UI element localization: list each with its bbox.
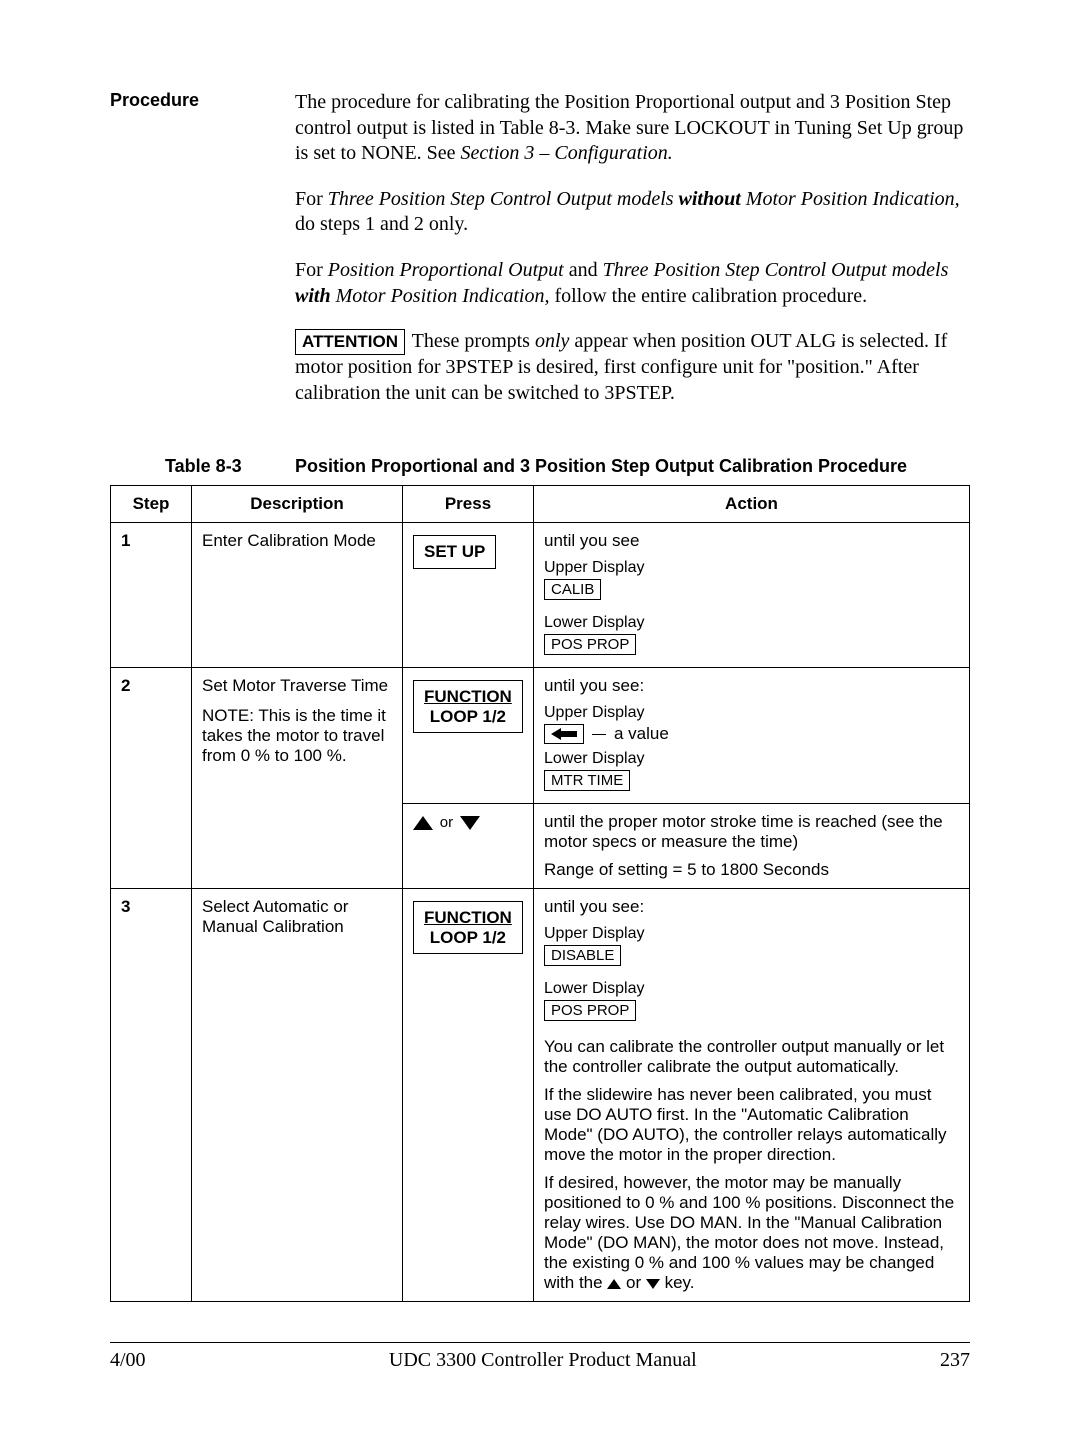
- intro-p4: ATTENTION These prompts only appear when…: [295, 329, 970, 406]
- intro-p3: For Position Proportional Output and Thr…: [295, 258, 970, 309]
- button-line2: LOOP 1/2: [430, 928, 506, 947]
- press-cell: FUNCTION LOOP 1/2: [403, 668, 534, 804]
- desc-note: NOTE: This is the time it takes the moto…: [202, 706, 392, 766]
- action-para-2: If the slidewire has never been calibrat…: [544, 1085, 959, 1165]
- page: Procedure The procedure for calibrating …: [0, 0, 1080, 1452]
- step-number: 1: [111, 523, 192, 668]
- function-button-icon: FUNCTION LOOP 1/2: [413, 901, 523, 954]
- table-number: Table 8-3: [165, 456, 295, 477]
- intro-p3-f: Motor Position Indication,: [331, 285, 550, 307]
- press-cell: FUNCTION LOOP 1/2: [403, 889, 534, 1302]
- action-cell: until the proper motor stroke time is re…: [534, 804, 970, 889]
- intro-p1-ref: Section 3 – Configuration.: [461, 142, 673, 164]
- intro-p3-g: follow the entire calibration procedure.: [549, 285, 867, 307]
- triangle-up-icon: [413, 816, 433, 830]
- intro-p1: The procedure for calibrating the Positi…: [295, 90, 970, 167]
- step-description: Set Motor Traverse Time NOTE: This is th…: [192, 668, 403, 804]
- intro-p2-d: Motor Position Indication,: [741, 188, 960, 210]
- lower-display-label: Lower Display: [544, 980, 959, 998]
- value-hint: a value: [614, 724, 669, 744]
- intro-p3-c: and: [564, 259, 603, 281]
- p3-c: key.: [660, 1273, 695, 1292]
- header-description: Description: [192, 486, 403, 523]
- until-text: until you see:: [544, 897, 959, 917]
- lower-display-value: POS PROP: [544, 1000, 636, 1021]
- upper-display-value: CALIB: [544, 579, 601, 600]
- header-press: Press: [403, 486, 534, 523]
- step-empty: [111, 804, 192, 889]
- intro-row: Procedure The procedure for calibrating …: [110, 90, 970, 426]
- until-text: until you see: [544, 531, 959, 551]
- lower-display-value: MTR TIME: [544, 770, 630, 791]
- upper-display-label: Upper Display: [544, 704, 959, 722]
- action-para-1: You can calibrate the controller output …: [544, 1037, 959, 1077]
- intro-p3-b: Position Proportional Output: [328, 259, 564, 281]
- lower-display-label: Lower Display: [544, 750, 959, 768]
- intro-p3-e: with: [295, 285, 331, 307]
- footer-rule: [110, 1342, 970, 1343]
- function-button-icon: FUNCTION LOOP 1/2: [413, 680, 523, 733]
- calibration-table: Step Description Press Action 1 Enter Ca…: [110, 485, 970, 1302]
- table-row: 1 Enter Calibration Mode SET UP until yo…: [111, 523, 970, 668]
- value-indicator: a value: [544, 724, 959, 744]
- upper-display-value: DISABLE: [544, 945, 621, 966]
- upper-display-label: Upper Display: [544, 925, 959, 943]
- triangle-down-icon: [646, 1279, 660, 1289]
- intro-p3-d: Three Position Step Control Output model…: [603, 259, 949, 281]
- connector-line: [592, 734, 606, 735]
- until-text: until you see:: [544, 676, 959, 696]
- action-text-2: Range of setting = 5 to 1800 Seconds: [544, 860, 959, 880]
- step-number: 3: [111, 889, 192, 1302]
- table-row: 3 Select Automatic or Manual Calibration…: [111, 889, 970, 1302]
- value-box: [544, 724, 584, 744]
- p3-b: or: [621, 1273, 646, 1292]
- table-header-row: Step Description Press Action: [111, 486, 970, 523]
- footer-date: 4/00: [110, 1349, 146, 1372]
- intro-p4-a: These prompts: [407, 330, 535, 352]
- press-cell: SET UP: [403, 523, 534, 668]
- desc-empty: [192, 804, 403, 889]
- button-line1: FUNCTION: [424, 908, 512, 927]
- press-cell: or: [403, 804, 534, 889]
- action-cell: until you see: Upper Display a value Low…: [534, 668, 970, 804]
- table-caption: Table 8-3Position Proportional and 3 Pos…: [165, 456, 970, 477]
- action-cell: until you see: Upper Display DISABLE Low…: [534, 889, 970, 1302]
- or-text: or: [440, 814, 453, 831]
- step-number: 2: [111, 668, 192, 804]
- action-cell: until you see Upper Display CALIB Lower …: [534, 523, 970, 668]
- header-action: Action: [534, 486, 970, 523]
- upper-display-label: Upper Display: [544, 559, 959, 577]
- triangle-up-icon: [607, 1279, 621, 1289]
- footer-title: UDC 3300 Controller Product Manual: [389, 1349, 697, 1372]
- intro-p2: For Three Position Step Control Output m…: [295, 187, 970, 238]
- intro-p2-b: Three Position Step Control Output model…: [328, 188, 679, 210]
- triangle-down-icon: [460, 816, 480, 830]
- table-row: or until the proper motor stroke time is…: [111, 804, 970, 889]
- intro-p2-e: do steps 1 and 2 only.: [295, 213, 468, 235]
- table-row: 2 Set Motor Traverse Time NOTE: This is …: [111, 668, 970, 804]
- table-title: Position Proportional and 3 Position Ste…: [295, 456, 907, 476]
- procedure-heading: Procedure: [110, 90, 295, 111]
- button-line1: FUNCTION: [424, 687, 512, 706]
- footer-page-number: 237: [940, 1349, 970, 1372]
- step-description: Select Automatic or Manual Calibration: [192, 889, 403, 1302]
- p3-a: If desired, however, the motor may be ma…: [544, 1173, 954, 1292]
- intro-p2-c: without: [679, 188, 741, 210]
- intro-body: The procedure for calibrating the Positi…: [295, 90, 970, 426]
- header-step: Step: [111, 486, 192, 523]
- setup-button-icon: SET UP: [413, 535, 496, 569]
- intro-p3-a: For: [295, 259, 328, 281]
- page-footer: 4/00 UDC 3300 Controller Product Manual …: [110, 1349, 970, 1412]
- lower-display-value: POS PROP: [544, 634, 636, 655]
- desc-line1: Set Motor Traverse Time: [202, 676, 392, 696]
- lower-display-label: Lower Display: [544, 614, 959, 632]
- action-text-1: until the proper motor stroke time is re…: [544, 812, 959, 852]
- button-line2: LOOP 1/2: [430, 707, 506, 726]
- arrow-left-icon: [551, 727, 577, 741]
- intro-p2-a: For: [295, 188, 328, 210]
- attention-box: ATTENTION: [295, 329, 405, 355]
- step-description: Enter Calibration Mode: [192, 523, 403, 668]
- action-para-3: If desired, however, the motor may be ma…: [544, 1173, 959, 1293]
- intro-p4-b: only: [535, 330, 569, 352]
